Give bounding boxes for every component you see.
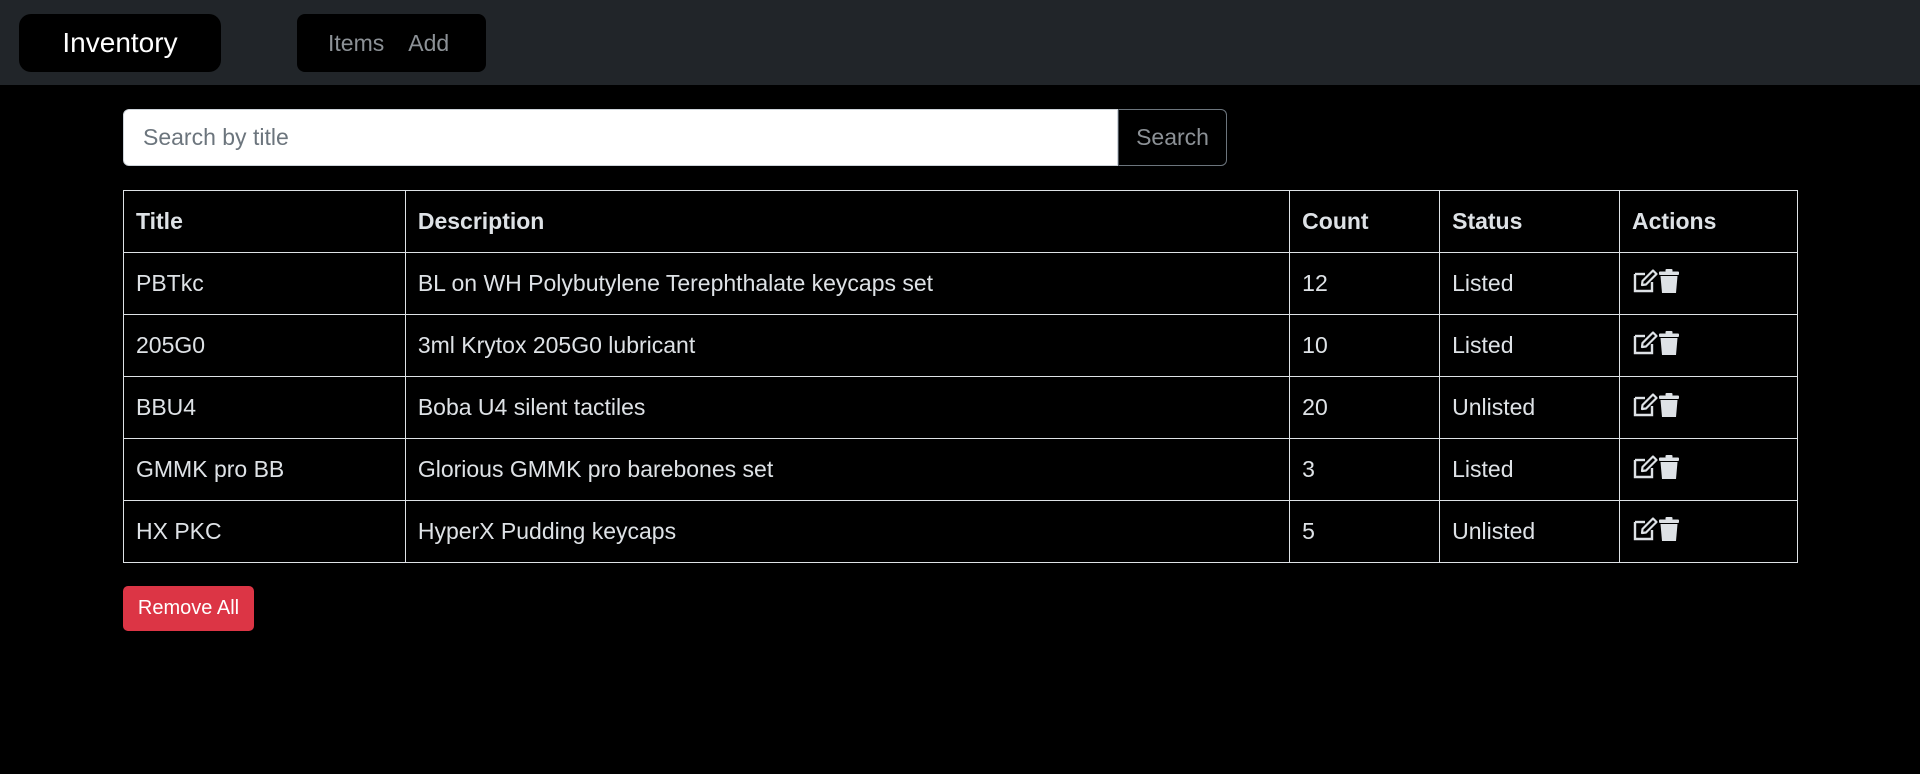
column-header-status: Status	[1439, 190, 1621, 253]
edit-icon[interactable]	[1632, 330, 1658, 361]
nav-link-items[interactable]: Items	[328, 30, 384, 57]
cell-description: Glorious GMMK pro barebones set	[404, 438, 1291, 501]
cell-actions	[1619, 252, 1798, 315]
table-row: PBTkc BL on WH Polybutylene Terephthalate…	[123, 252, 1798, 315]
cell-actions	[1619, 376, 1798, 439]
table-row: 205G0 3ml Krytox 205G0 lubricant 10 Listed	[123, 314, 1798, 377]
nav-links: Items Add	[297, 14, 486, 72]
cell-description: HyperX Pudding keycaps	[404, 500, 1291, 563]
cell-title: HX PKC	[123, 500, 406, 563]
edit-icon[interactable]	[1632, 268, 1658, 299]
cell-status: Unlisted	[1439, 376, 1621, 439]
table-row: BBU4 Boba U4 silent tactiles 20 Unlisted	[123, 376, 1798, 439]
brand-link[interactable]: Inventory	[19, 14, 221, 72]
column-header-description: Description	[404, 190, 1291, 253]
cell-count: 20	[1289, 376, 1441, 439]
cell-count: 3	[1289, 438, 1441, 501]
items-table: Title Description Count Status Actions P…	[123, 190, 1798, 563]
remove-all-button[interactable]: Remove All	[123, 586, 254, 631]
search-bar: Search	[123, 109, 1227, 166]
table-header-row: Title Description Count Status Actions	[123, 190, 1798, 253]
cell-count: 5	[1289, 500, 1441, 563]
cell-description: Boba U4 silent tactiles	[404, 376, 1291, 439]
cell-actions	[1619, 500, 1798, 563]
cell-status: Listed	[1439, 252, 1621, 315]
cell-actions	[1619, 438, 1798, 501]
trash-icon[interactable]	[1659, 330, 1680, 361]
cell-actions	[1619, 314, 1798, 377]
column-header-title: Title	[123, 190, 406, 253]
top-navbar: Inventory Items Add	[0, 0, 1920, 85]
column-header-actions: Actions	[1619, 190, 1798, 253]
cell-description: BL on WH Polybutylene Terephthalate keyc…	[404, 252, 1291, 315]
cell-title: 205G0	[123, 314, 406, 377]
trash-icon[interactable]	[1659, 516, 1680, 547]
search-button[interactable]: Search	[1118, 109, 1227, 166]
search-input[interactable]	[123, 109, 1118, 166]
cell-title: PBTkc	[123, 252, 406, 315]
edit-icon[interactable]	[1632, 516, 1658, 547]
nav-link-add[interactable]: Add	[408, 30, 449, 57]
edit-icon[interactable]	[1632, 392, 1658, 423]
table-row: GMMK pro BB Glorious GMMK pro barebones s…	[123, 438, 1798, 501]
cell-title: BBU4	[123, 376, 406, 439]
cell-status: Listed	[1439, 438, 1621, 501]
edit-icon[interactable]	[1632, 454, 1658, 485]
cell-status: Unlisted	[1439, 500, 1621, 563]
trash-icon[interactable]	[1659, 392, 1680, 423]
column-header-count: Count	[1289, 190, 1441, 253]
cell-description: 3ml Krytox 205G0 lubricant	[404, 314, 1291, 377]
table-body: PBTkc BL on WH Polybutylene Terephthalate…	[123, 252, 1798, 563]
cell-title: GMMK pro BB	[123, 438, 406, 501]
cell-count: 12	[1289, 252, 1441, 315]
cell-count: 10	[1289, 314, 1441, 377]
table-row: HX PKC HyperX Pudding keycaps 5 Unlisted	[123, 500, 1798, 563]
trash-icon[interactable]	[1659, 268, 1680, 299]
trash-icon[interactable]	[1659, 454, 1680, 485]
cell-status: Listed	[1439, 314, 1621, 377]
